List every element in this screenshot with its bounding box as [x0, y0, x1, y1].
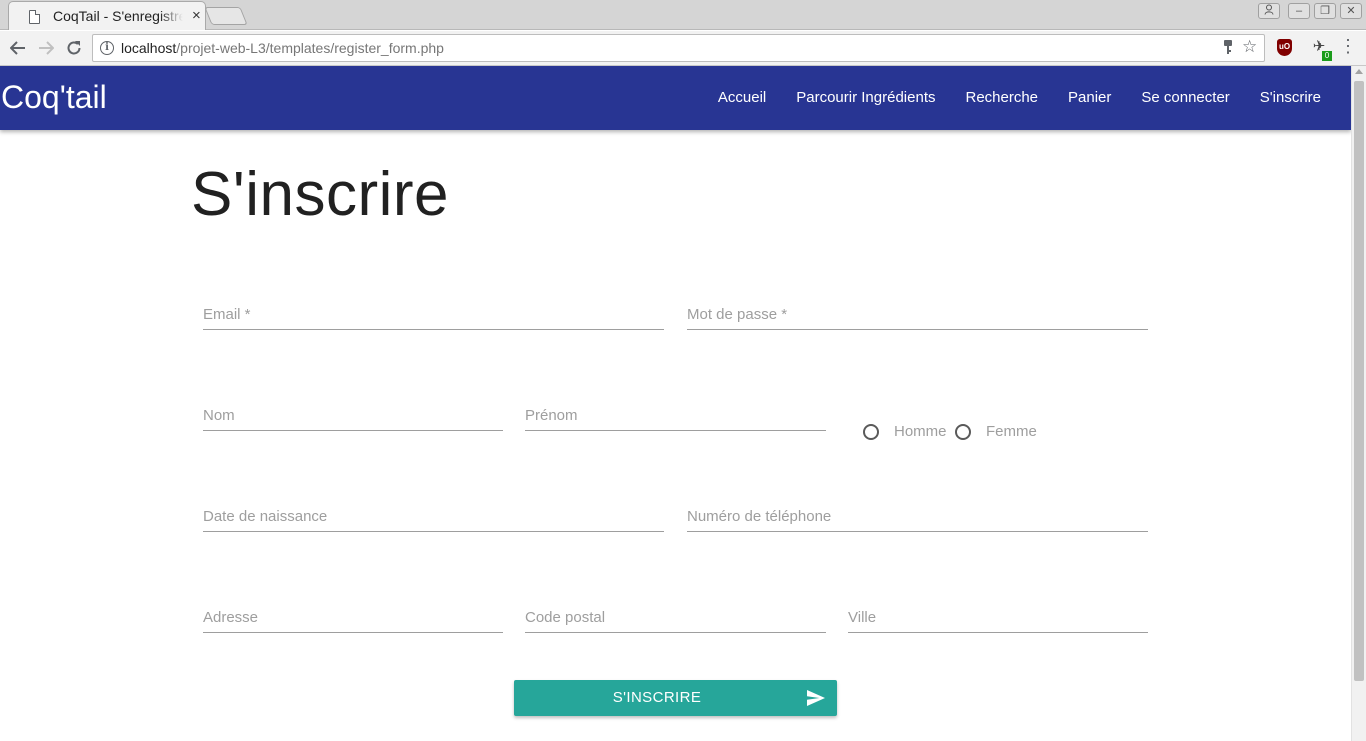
site-navbar: Coq'tail Accueil Parcourir Ingrédients R…	[0, 66, 1351, 130]
back-icon[interactable]	[5, 35, 31, 61]
new-tab-button[interactable]	[204, 7, 248, 25]
nav-link-parcourir-ingredients[interactable]: Parcourir Ingrédients	[781, 66, 950, 130]
url-text[interactable]: localhost/projet-web-L3/templates/regist…	[121, 40, 444, 56]
forward-icon[interactable]	[33, 35, 59, 61]
reload-icon[interactable]	[61, 35, 87, 61]
nav-link-accueil[interactable]: Accueil	[703, 66, 781, 130]
nom-input[interactable]	[203, 401, 503, 429]
send-icon	[807, 690, 825, 706]
prenom-field	[525, 401, 826, 431]
city-field	[848, 603, 1148, 633]
nav-link-panier[interactable]: Panier	[1053, 66, 1126, 130]
email-field	[203, 300, 664, 330]
scroll-thumb[interactable]	[1354, 81, 1364, 681]
bookmark-star-icon[interactable]: ☆	[1242, 37, 1257, 57]
nav-link-recherche[interactable]: Recherche	[950, 66, 1053, 130]
phone-field	[687, 502, 1148, 532]
page-viewport: Coq'tail Accueil Parcourir Ingrédients R…	[0, 66, 1351, 741]
restore-icon[interactable]: ❐	[1314, 3, 1336, 19]
radio-femme-label[interactable]: Femme	[986, 423, 1037, 440]
register-submit-button[interactable]: S'INSCRIRE	[514, 680, 837, 716]
address-field	[203, 603, 503, 633]
birthdate-input[interactable]	[203, 502, 664, 530]
nav-links: Accueil Parcourir Ingrédients Recherche …	[703, 66, 1336, 130]
tab-close-icon[interactable]: ×	[192, 7, 201, 25]
scroll-up-arrow-icon[interactable]	[1355, 69, 1363, 74]
address-input[interactable]	[203, 603, 503, 631]
extension-icon[interactable]: ✈ 0	[1308, 37, 1332, 61]
password-field	[687, 300, 1148, 330]
tab-title: CoqTail - S'enregistrer	[53, 8, 183, 24]
document-icon	[29, 10, 40, 24]
site-info-icon[interactable]: i	[100, 41, 114, 55]
nav-link-se-connecter[interactable]: Se connecter	[1126, 66, 1244, 130]
site-brand[interactable]: Coq'tail	[1, 79, 107, 116]
city-input[interactable]	[848, 603, 1148, 631]
prenom-input[interactable]	[525, 401, 826, 429]
password-input[interactable]	[687, 300, 1148, 328]
birthdate-field	[203, 502, 664, 532]
ublock-extension-icon[interactable]: uO	[1277, 39, 1292, 56]
page-title: S'inscrire	[191, 160, 449, 229]
nav-link-sinscrire[interactable]: S'inscrire	[1245, 66, 1336, 130]
email-input[interactable]	[203, 300, 664, 328]
extension-badge: 0	[1322, 51, 1332, 61]
submit-label: S'INSCRIRE	[612, 689, 702, 706]
page-scrollbar[interactable]	[1351, 66, 1366, 741]
phone-input[interactable]	[687, 502, 1148, 530]
browser-tab[interactable]: CoqTail - S'enregistrer ×	[8, 1, 206, 30]
radio-homme-circle[interactable]	[863, 423, 879, 440]
browser-tab-bar: CoqTail - S'enregistrer × – ❐ ✕	[0, 0, 1366, 30]
key-icon[interactable]	[1223, 39, 1233, 58]
postal-code-field	[525, 603, 826, 633]
radio-homme-label[interactable]: Homme	[894, 423, 947, 440]
postal-code-input[interactable]	[525, 603, 826, 631]
radio-femme[interactable]: Femme	[955, 423, 1037, 440]
address-bar[interactable]: i localhost/projet-web-L3/templates/regi…	[92, 34, 1265, 62]
radio-homme[interactable]: Homme	[863, 423, 947, 440]
browser-menu-icon[interactable]: ⋮	[1339, 36, 1357, 57]
profile-icon[interactable]	[1258, 3, 1280, 19]
close-window-icon[interactable]: ✕	[1340, 3, 1362, 19]
browser-toolbar: i localhost/projet-web-L3/templates/regi…	[0, 31, 1366, 66]
radio-femme-circle[interactable]	[955, 423, 971, 440]
nom-field	[203, 401, 503, 431]
minimize-icon[interactable]: –	[1288, 3, 1310, 19]
